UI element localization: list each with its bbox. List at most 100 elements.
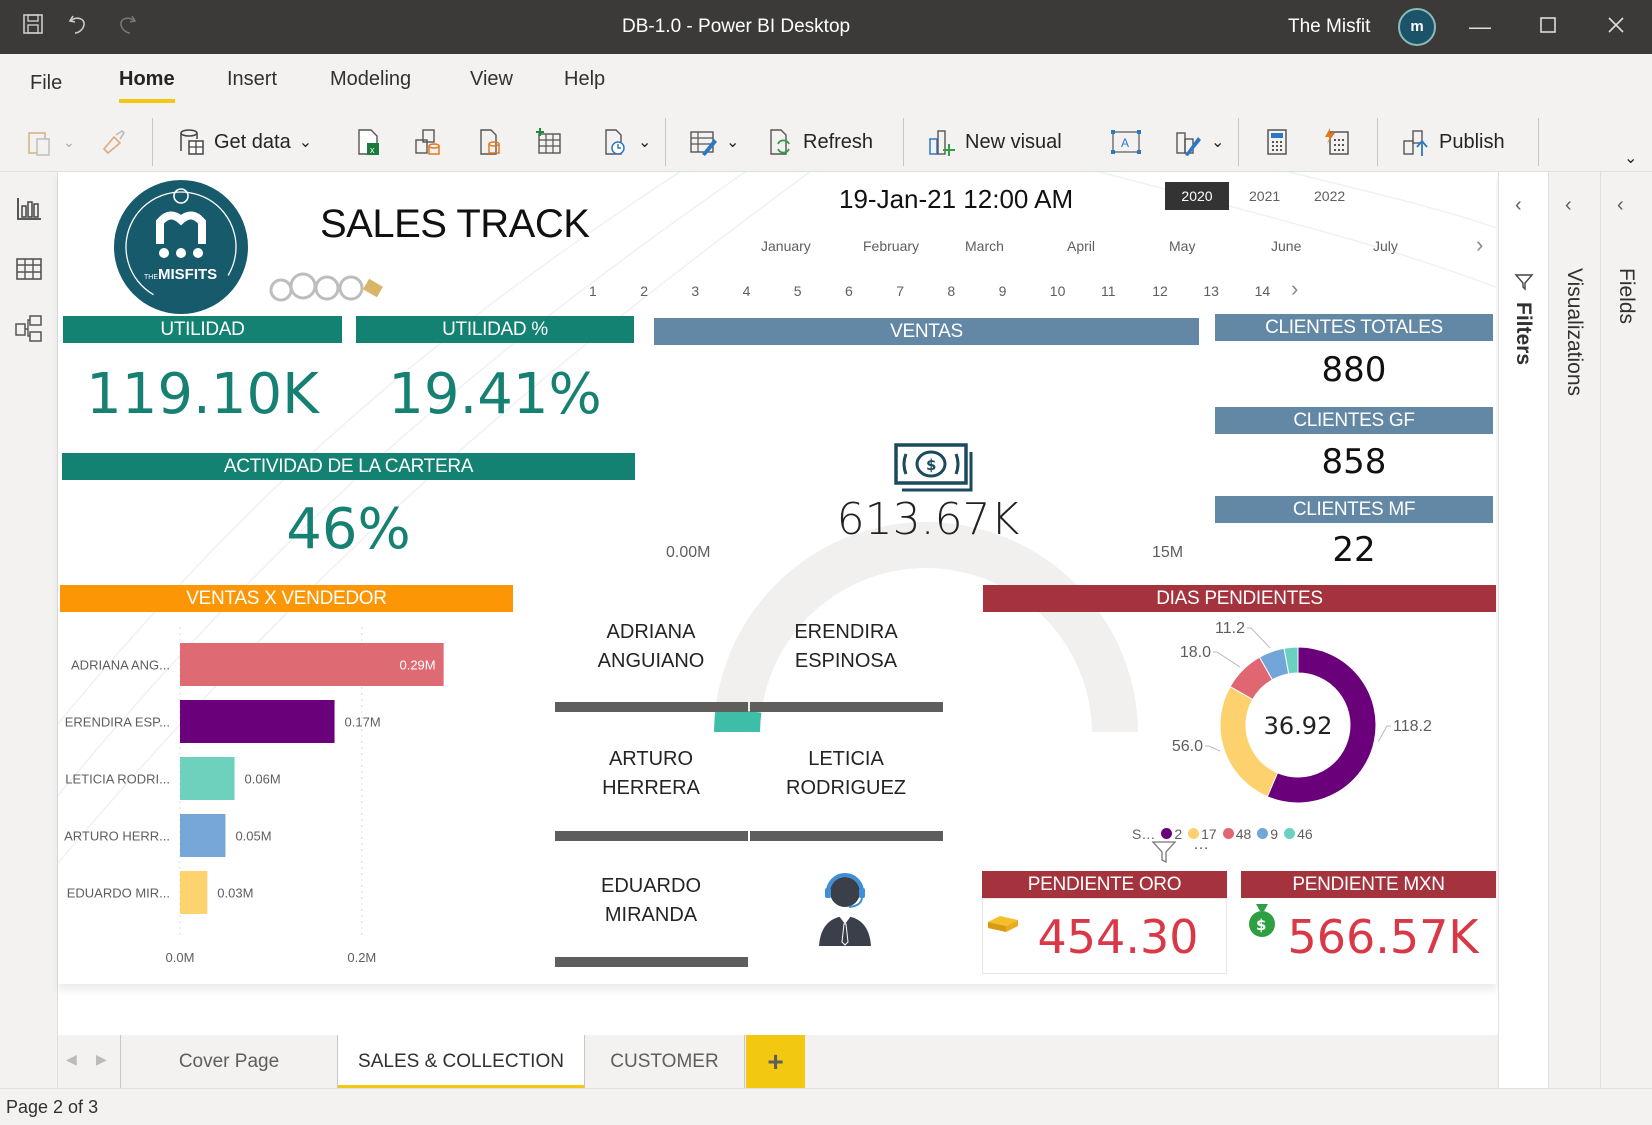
close-icon[interactable]	[1601, 12, 1631, 42]
menu-modeling[interactable]: Modeling	[330, 68, 411, 91]
day-10[interactable]: 10	[1050, 283, 1066, 299]
tabs-prev-icon[interactable]: ◀	[66, 1051, 77, 1068]
get-data-button[interactable]: Get data ⌄	[178, 122, 312, 162]
bar[interactable]	[180, 700, 335, 743]
new-visual-button[interactable]: New visual	[927, 122, 1062, 162]
month-march[interactable]: March	[965, 238, 1004, 254]
clientes-mf-value: 22	[1332, 530, 1376, 570]
save-icon[interactable]	[18, 12, 48, 42]
more-options-icon[interactable]: …	[1193, 836, 1211, 854]
dias-pendientes-donut: 118.2 56.0 18.011.2 36.92	[1172, 620, 1432, 804]
month-may[interactable]: May	[1169, 238, 1195, 254]
tab-sales-collection[interactable]: SALES & COLLECTION	[338, 1035, 585, 1088]
filters-pane[interactable]: ‹ Filters	[1498, 172, 1548, 1088]
dataset-icon[interactable]	[412, 122, 450, 162]
menu-view[interactable]: View	[470, 68, 513, 91]
menu-bar: File Home Insert Modeling View Help	[0, 54, 1652, 112]
day-12[interactable]: 12	[1152, 283, 1168, 299]
day-7[interactable]: 7	[896, 283, 904, 299]
fields-pane[interactable]: ‹ Fields	[1600, 172, 1652, 1088]
publish-button[interactable]: Publish	[1401, 122, 1505, 162]
bar[interactable]	[180, 757, 235, 800]
day-4[interactable]: 4	[743, 283, 751, 299]
menu-home[interactable]: Home	[119, 68, 175, 103]
user-avatar[interactable]: m	[1398, 8, 1436, 46]
menu-file[interactable]: File	[30, 72, 62, 95]
filters-collapse-chevron-icon[interactable]: ‹	[1515, 194, 1522, 217]
quick-measure-icon[interactable]	[1322, 122, 1360, 162]
day-14[interactable]: 14	[1255, 283, 1271, 299]
day-6[interactable]: 6	[845, 283, 853, 299]
window-title: DB-1.0 - Power BI Desktop	[622, 16, 851, 37]
year-2021[interactable]: 2021	[1249, 188, 1280, 204]
undo-icon[interactable]	[63, 12, 93, 42]
day-11[interactable]: 11	[1101, 283, 1116, 299]
format-painter-icon[interactable]	[98, 122, 136, 162]
seller-card-eduardo[interactable]: EDUARDO MIRANDA	[556, 872, 746, 930]
ribbon: ⌄ Get data ⌄ x ⌄ ⌄ Refresh New visual A ⌄	[0, 112, 1652, 172]
tab-customer[interactable]: CUSTOMER	[585, 1035, 745, 1088]
visualizations-pane[interactable]: ‹ Visualizations	[1548, 172, 1600, 1088]
ribbon-collapse-chevron-icon[interactable]: ⌄	[1624, 148, 1637, 168]
fields-collapse-chevron-icon[interactable]: ‹	[1617, 194, 1624, 217]
day-9[interactable]: 9	[999, 283, 1007, 299]
day-3[interactable]: 3	[691, 283, 699, 299]
redo-icon[interactable]	[112, 12, 142, 42]
seller-card-arturo[interactable]: ARTURO HERRERA	[556, 745, 746, 803]
legend-item[interactable]: 9	[1257, 826, 1278, 842]
month-january[interactable]: January	[761, 238, 811, 254]
category-label: ERENDIRA ESP...	[65, 715, 170, 730]
day-8[interactable]: 8	[947, 283, 955, 299]
agent-headset-icon	[819, 873, 871, 946]
transform-data-button[interactable]: ⌄	[688, 122, 739, 162]
seller-card-erendira[interactable]: ERENDIRA ESPINOSA	[751, 618, 941, 676]
model-view-icon[interactable]	[14, 314, 44, 344]
ventas-value: 613.67K	[836, 494, 1020, 545]
day-13[interactable]: 13	[1203, 283, 1219, 299]
day-5[interactable]: 5	[794, 283, 802, 299]
day-2[interactable]: 2	[640, 283, 648, 299]
title-bar: DB-1.0 - Power BI Desktop The Misfit m —	[0, 0, 1652, 54]
refresh-button[interactable]: Refresh	[765, 122, 873, 162]
ventas-vendedor-chart: 0.0M 0.2M ADRIANA ANG... 0.29M ERENDIRA ESP.…	[64, 627, 444, 965]
month-july[interactable]: July	[1373, 238, 1398, 254]
bar[interactable]	[180, 871, 208, 914]
months-next-chevron-icon[interactable]: ›	[1476, 232, 1483, 258]
visualizations-label: Visualizations	[1563, 268, 1586, 397]
logo-text: THEMISFITS	[144, 266, 218, 283]
year-2022[interactable]: 2022	[1314, 188, 1345, 204]
seller-card-adriana[interactable]: ADRIANA ANGUIANO	[556, 618, 746, 676]
month-june[interactable]: June	[1271, 238, 1301, 254]
donut-slice[interactable]	[1219, 685, 1279, 798]
legend-item[interactable]: 48	[1222, 826, 1251, 842]
text-box-icon[interactable]: A	[1110, 122, 1150, 162]
maximize-icon[interactable]	[1533, 12, 1563, 42]
filter-icon[interactable]	[1151, 840, 1177, 864]
more-visuals-button[interactable]: ⌄	[1173, 122, 1224, 162]
sql-server-icon[interactable]	[475, 122, 513, 162]
month-february[interactable]: February	[863, 238, 919, 254]
menu-help[interactable]: Help	[564, 68, 605, 91]
tab-cover-page[interactable]: Cover Page	[121, 1035, 338, 1088]
visualizations-collapse-chevron-icon[interactable]: ‹	[1565, 194, 1572, 217]
filter-funnel-icon	[1514, 274, 1534, 291]
slice-label: 56.0	[1172, 738, 1203, 755]
tabs-next-icon[interactable]: ▶	[96, 1051, 107, 1068]
month-april[interactable]: April	[1067, 238, 1095, 254]
excel-workbook-icon[interactable]: x	[353, 122, 391, 162]
report-view-icon[interactable]	[14, 194, 44, 224]
legend-item[interactable]: 46	[1284, 826, 1313, 842]
menu-insert[interactable]: Insert	[227, 68, 277, 91]
enter-data-icon[interactable]	[534, 122, 572, 162]
seller-card-leticia[interactable]: LETICIA RODRIGUEZ	[751, 745, 941, 803]
new-measure-icon[interactable]	[1262, 122, 1300, 162]
add-page-button[interactable]: +	[746, 1035, 805, 1088]
day-1[interactable]: 1	[589, 283, 597, 299]
minimize-icon[interactable]: —	[1465, 12, 1495, 42]
data-view-icon[interactable]	[14, 254, 44, 284]
days-next-chevron-icon[interactable]: ›	[1291, 276, 1298, 302]
recent-sources-button[interactable]: ⌄	[600, 122, 651, 162]
paste-button[interactable]: ⌄	[25, 122, 75, 162]
year-2020[interactable]: 2020	[1165, 182, 1229, 210]
bar[interactable]	[180, 814, 226, 857]
